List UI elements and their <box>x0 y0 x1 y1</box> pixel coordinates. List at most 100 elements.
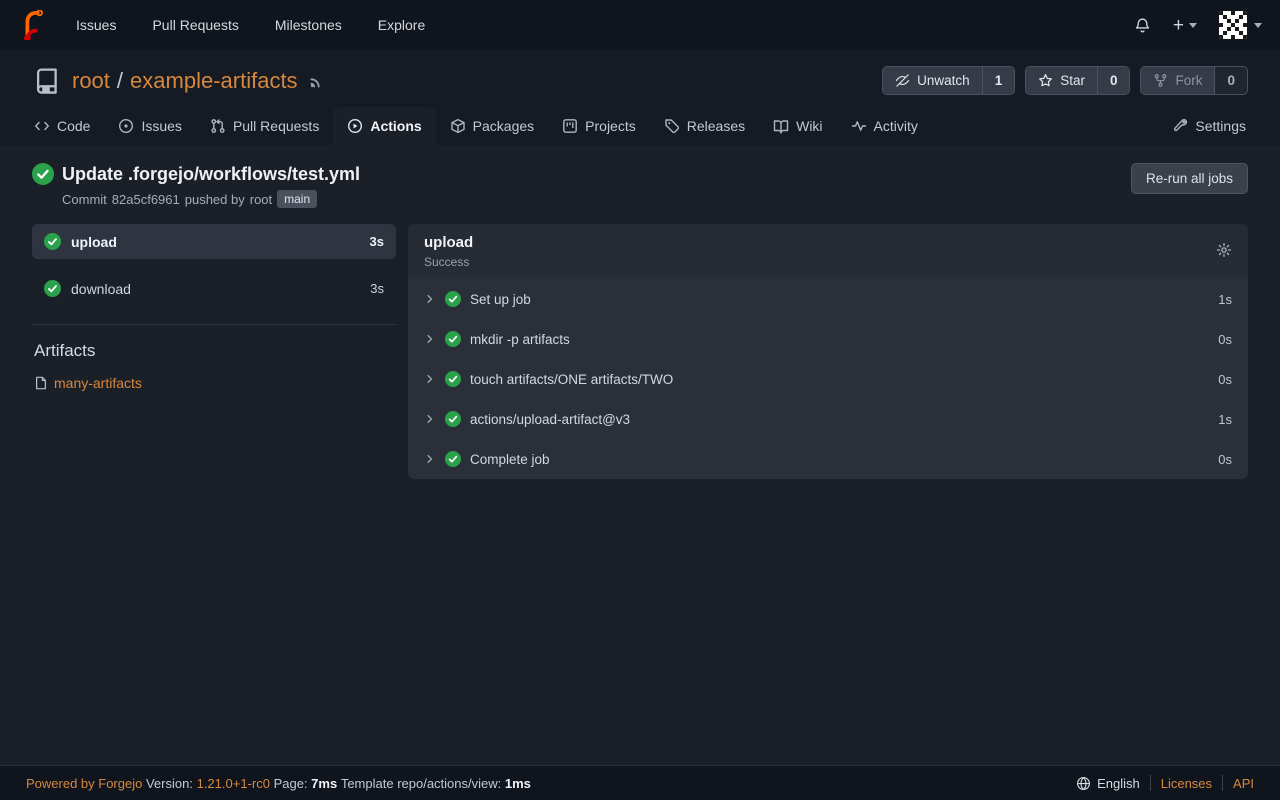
package-icon <box>450 118 466 134</box>
rss-icon[interactable] <box>308 72 326 90</box>
gear-icon[interactable] <box>1216 234 1232 258</box>
tab-label: Releases <box>687 118 745 134</box>
chevron-down-icon <box>1254 23 1262 28</box>
pulse-icon <box>851 118 867 134</box>
watch-count[interactable]: 1 <box>982 67 1015 94</box>
step-duration: 0s <box>1218 452 1232 467</box>
globe-icon <box>1076 776 1091 791</box>
navbar-right: + <box>1134 11 1262 39</box>
step-row-setup-job[interactable]: Set up job 1s <box>408 279 1248 319</box>
jobs-sidebar: upload 3s download 3s Artifacts many-art… <box>32 224 396 391</box>
tab-activity[interactable]: Activity <box>837 107 932 145</box>
artifact-link-many-artifacts[interactable]: many-artifacts <box>34 375 396 391</box>
avatar <box>1219 11 1247 39</box>
rerun-all-jobs-button[interactable]: Re-run all jobs <box>1131 163 1248 194</box>
repo-header: root / example-artifacts Unwatch 1 <box>0 50 1280 145</box>
tab-label: Pull Requests <box>233 118 319 134</box>
job-detail-title: upload <box>424 234 473 251</box>
tab-issues[interactable]: Issues <box>104 107 195 145</box>
play-circle-icon <box>347 118 363 134</box>
step-name: touch artifacts/ONE artifacts/TWO <box>470 372 673 387</box>
job-item-upload[interactable]: upload 3s <box>32 224 396 259</box>
step-row-complete-job[interactable]: Complete job 0s <box>408 439 1248 479</box>
code-icon <box>34 118 50 134</box>
main-content: Update .forgejo/workflows/test.yml Commi… <box>0 145 1280 765</box>
repo-name-link[interactable]: example-artifacts <box>130 68 298 94</box>
unwatch-label: Unwatch <box>917 73 970 88</box>
commit-hash-link[interactable]: 82a5cf6961 <box>112 192 180 207</box>
page-time-label: Page: <box>274 776 308 791</box>
unwatch-button[interactable]: Unwatch 1 <box>882 66 1015 95</box>
powered-by-link[interactable]: Powered by Forgejo <box>26 776 142 791</box>
tab-releases[interactable]: Releases <box>650 107 759 145</box>
user-menu[interactable] <box>1219 11 1262 39</box>
create-new-menu[interactable]: + <box>1173 16 1197 35</box>
template-time-value: 1ms <box>505 776 531 791</box>
fork-button[interactable]: Fork 0 <box>1140 66 1248 95</box>
run-title: Update .forgejo/workflows/test.yml <box>62 164 360 185</box>
tab-code[interactable]: Code <box>20 107 104 145</box>
nav-item-milestones[interactable]: Milestones <box>275 17 342 33</box>
language-label: English <box>1097 776 1140 791</box>
tab-label: Wiki <box>796 118 822 134</box>
template-time-label: Template repo/actions/view: <box>341 776 501 791</box>
step-row-upload-artifact[interactable]: actions/upload-artifact@v3 1s <box>408 399 1248 439</box>
step-name: Complete job <box>470 452 550 467</box>
nav-item-pull-requests[interactable]: Pull Requests <box>152 17 238 33</box>
project-board-icon <box>562 118 578 134</box>
success-check-icon <box>445 371 461 387</box>
tab-packages[interactable]: Packages <box>436 107 548 145</box>
repository-icon <box>32 67 60 95</box>
navbar-menu: Issues Pull Requests Milestones Explore <box>76 17 425 33</box>
plus-icon: + <box>1173 16 1184 35</box>
repo-owner-link[interactable]: root <box>72 68 110 94</box>
run-header: Update .forgejo/workflows/test.yml Commi… <box>32 163 1248 208</box>
commit-author-link[interactable]: root <box>250 192 272 207</box>
star-count[interactable]: 0 <box>1097 67 1130 94</box>
notifications-bell-icon[interactable] <box>1134 17 1151 34</box>
language-menu[interactable]: English <box>1076 776 1140 791</box>
branch-badge[interactable]: main <box>277 190 317 208</box>
nav-item-issues[interactable]: Issues <box>76 17 116 33</box>
fork-icon <box>1153 73 1168 88</box>
step-name: actions/upload-artifact@v3 <box>470 412 630 427</box>
step-duration: 1s <box>1218 292 1232 307</box>
step-duration: 0s <box>1218 372 1232 387</box>
success-check-icon <box>44 233 61 250</box>
version-link[interactable]: 1.21.0+1-rc0 <box>197 776 270 791</box>
forgejo-logo[interactable] <box>18 10 48 40</box>
issue-icon <box>118 118 134 134</box>
licenses-link[interactable]: Licenses <box>1161 776 1212 791</box>
divider <box>32 324 396 325</box>
tab-projects[interactable]: Projects <box>548 107 650 145</box>
divider <box>1150 775 1151 791</box>
chevron-down-icon <box>1189 23 1197 28</box>
chevron-right-icon <box>424 373 436 385</box>
step-row-mkdir[interactable]: mkdir -p artifacts 0s <box>408 319 1248 359</box>
star-button[interactable]: Star 0 <box>1025 66 1130 95</box>
fork-count[interactable]: 0 <box>1214 67 1247 94</box>
nav-item-explore[interactable]: Explore <box>378 17 425 33</box>
tab-actions[interactable]: Actions <box>333 107 435 145</box>
job-status: Success <box>424 255 473 269</box>
repo-action-buttons: Unwatch 1 Star 0 <box>882 66 1248 95</box>
success-check-icon <box>445 451 461 467</box>
tab-wiki[interactable]: Wiki <box>759 107 836 145</box>
tab-pull-requests[interactable]: Pull Requests <box>196 107 333 145</box>
tab-settings[interactable]: Settings <box>1158 107 1260 145</box>
step-row-touch[interactable]: touch artifacts/ONE artifacts/TWO 0s <box>408 359 1248 399</box>
tab-label: Code <box>57 118 90 134</box>
steps-list: Set up job 1s mkdir -p artifacts 0s touc… <box>408 279 1248 479</box>
success-check-icon <box>32 163 54 185</box>
breadcrumb-separator: / <box>117 68 123 94</box>
page-time-value: 7ms <box>311 776 337 791</box>
job-item-download[interactable]: download 3s <box>32 271 396 306</box>
job-name: upload <box>71 234 117 250</box>
tab-label: Actions <box>370 118 421 134</box>
tab-label: Settings <box>1195 118 1246 134</box>
tools-icon <box>1172 118 1188 134</box>
commit-middle: pushed by <box>185 192 245 207</box>
api-link[interactable]: API <box>1233 776 1254 791</box>
run-commit-line: Commit 82a5cf6961 pushed by root main <box>62 190 360 208</box>
repo-tabs: Code Issues Pull Requests Actions Packag… <box>0 107 1280 145</box>
